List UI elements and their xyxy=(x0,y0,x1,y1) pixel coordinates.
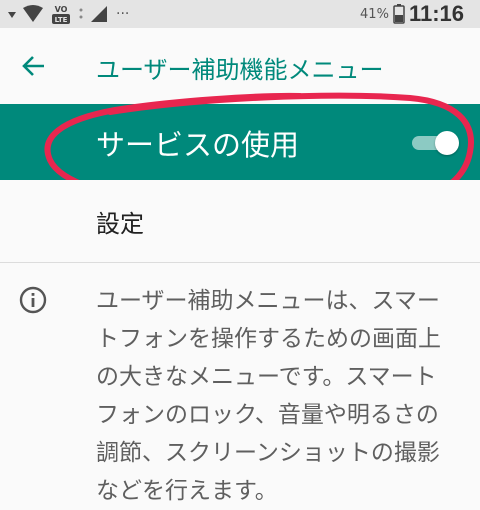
app-bar: ユーザー補助機能メニュー xyxy=(0,28,480,104)
info-line: ユーザー補助メニューは、スマー xyxy=(96,288,440,314)
signal-down-icon xyxy=(8,12,16,18)
page-title: ユーザー補助機能メニュー xyxy=(96,56,384,84)
status-right: 41% 11:16 xyxy=(360,0,464,28)
sim-icon xyxy=(79,8,83,19)
battery-icon xyxy=(393,4,405,24)
use-service-switch-bar[interactable]: サービスの使用 xyxy=(0,104,480,180)
svg-text:VO: VO xyxy=(55,5,68,14)
info-description: ユーザー補助メニューは、スマー トフォンを操作するための画面上 の大きなメニュー… xyxy=(96,282,468,510)
battery-percent: 41% xyxy=(360,6,389,22)
volte-label: LTE xyxy=(55,16,68,24)
cellular-icon xyxy=(91,6,107,22)
divider xyxy=(0,262,480,263)
clock: 11:16 xyxy=(408,1,464,26)
back-button[interactable] xyxy=(12,44,56,88)
info-line: トフォンを操作するための画面上 xyxy=(96,326,441,352)
info-icon xyxy=(19,286,47,314)
volte-icon: VO LTE xyxy=(52,5,70,24)
settings-row[interactable]: 設定 xyxy=(0,180,480,262)
info-line: などを行えます。 xyxy=(96,478,278,504)
status-icons: VO LTE ··· xyxy=(8,2,129,26)
info-line: フォンのロック、音量や明るさの xyxy=(96,402,439,428)
arrow-left-icon xyxy=(22,56,44,76)
status-bar: VO LTE ··· 41% 11:16 xyxy=(0,0,480,28)
use-service-label: サービスの使用 xyxy=(96,128,300,162)
settings-label: 設定 xyxy=(96,210,144,238)
info-line: の大きなメニューです。スマート xyxy=(96,364,437,390)
use-service-toggle[interactable] xyxy=(408,130,464,156)
more-dots-icon: ··· xyxy=(116,6,130,22)
info-line: 調節、スクリーンショットの撮影 xyxy=(96,440,440,466)
wifi-icon xyxy=(23,5,43,22)
toggle-thumb xyxy=(435,131,459,155)
